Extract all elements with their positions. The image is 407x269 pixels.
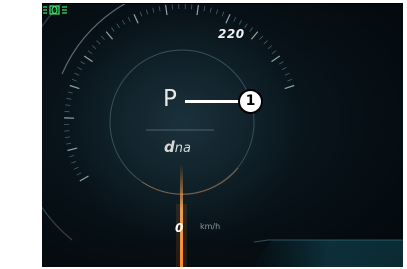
- speed-scale-max-label: 220: [218, 27, 245, 41]
- drive-mode-label: dna: [164, 138, 191, 156]
- callout-leader-line: [185, 100, 241, 103]
- low-beam-headlight-icon: [43, 5, 67, 15]
- drive-mode-rest: na: [174, 141, 191, 156]
- gear-indicator: P: [163, 86, 177, 112]
- instrument-cluster-display: 220 P dna 0 km/h 1: [42, 4, 403, 267]
- bottom-status-bar: [252, 240, 403, 267]
- speedometer-graphics: [42, 4, 403, 267]
- page-frame: 220 P dna 0 km/h 1: [0, 0, 407, 269]
- speed-needle-glow: [176, 204, 187, 267]
- speed-unit: km/h: [200, 222, 221, 231]
- callout-marker: 1: [238, 89, 263, 114]
- speed-value: 0: [175, 221, 184, 235]
- gauge-tick: [64, 110, 70, 113]
- drive-mode-initial: d: [164, 138, 175, 156]
